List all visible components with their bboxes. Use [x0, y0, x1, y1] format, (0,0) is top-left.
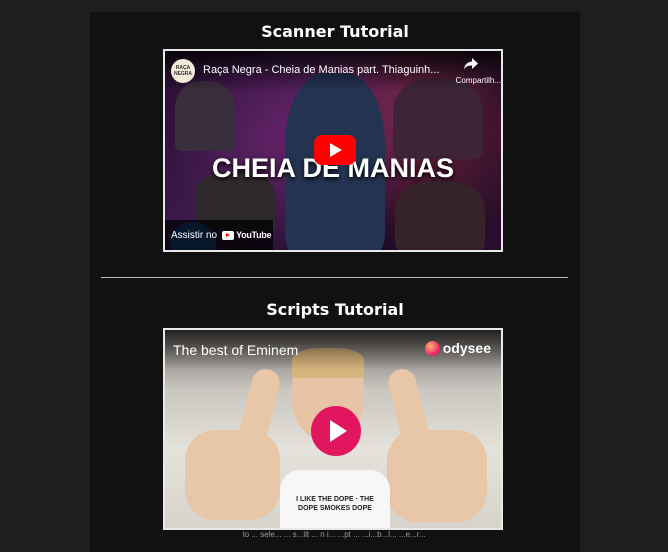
channel-logo[interactable]: RAÇA NEGRA	[171, 59, 195, 83]
youtube-logo-icon: YouTube	[222, 230, 271, 240]
footer-text: to ... sele... ... s...ilt ... n i... ..…	[242, 530, 426, 539]
scanner-tutorial-heading: Scanner Tutorial	[261, 22, 409, 41]
video-title[interactable]: Raça Negra - Cheia de Manias part. Thiag…	[203, 64, 441, 76]
section-divider	[101, 277, 568, 278]
scripts-tutorial-heading: Scripts Tutorial	[266, 300, 404, 319]
thumbnail-figure	[395, 181, 485, 250]
share-label[interactable]: Compartilh...	[456, 76, 501, 85]
scripts-tutorial-video[interactable]: I LIKE THE DOPE · THE DOPE SMOKES DOPE T…	[163, 328, 503, 530]
tutorials-panel: Scanner Tutorial RAÇA NEGRA Raça Negra -…	[90, 12, 580, 552]
play-button[interactable]	[314, 135, 356, 165]
shirt-text: I LIKE THE DOPE · THE DOPE SMOKES DOPE	[296, 496, 374, 512]
video-title[interactable]: The best of Eminem	[173, 342, 298, 358]
share-icon[interactable]	[463, 57, 479, 71]
thumbnail-figure	[175, 81, 235, 151]
watch-label: Assistir no	[171, 229, 218, 241]
channel-logo-text: RAÇA NEGRA	[173, 65, 193, 77]
youtube-play-icon	[222, 230, 235, 240]
watch-on-youtube-button[interactable]: Assistir no YouTube	[165, 220, 273, 250]
thumbnail-hand	[387, 430, 487, 522]
scanner-tutorial-video[interactable]: RAÇA NEGRA Raça Negra - Cheia de Manias …	[163, 49, 503, 252]
odysee-logo-icon	[424, 340, 440, 356]
thumbnail-hand	[185, 430, 280, 520]
odysee-logo-text: odysee	[442, 340, 491, 356]
play-button[interactable]	[311, 406, 361, 456]
youtube-logo-text: YouTube	[236, 230, 272, 240]
thumbnail-figure	[393, 79, 483, 159]
odysee-logo[interactable]: odysee	[424, 340, 491, 356]
